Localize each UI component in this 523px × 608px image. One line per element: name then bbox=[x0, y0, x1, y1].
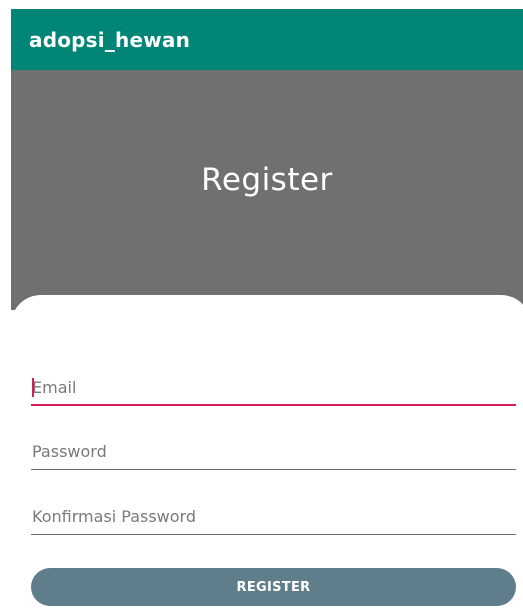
register-button[interactable]: REGISTER bbox=[31, 568, 516, 606]
email-field-underline bbox=[31, 404, 516, 406]
password-field-underline bbox=[31, 469, 516, 470]
confirm-password-field-underline bbox=[31, 534, 516, 535]
email-field[interactable] bbox=[31, 372, 517, 402]
window-edge bbox=[0, 0, 11, 608]
text-cursor bbox=[32, 378, 34, 397]
header-banner: Register bbox=[11, 70, 523, 310]
email-field-container bbox=[31, 372, 517, 406]
password-field-container bbox=[31, 436, 517, 470]
register-screen: adopsi_hewan Register REGISTER bbox=[0, 0, 523, 608]
app-title: adopsi_hewan bbox=[29, 27, 191, 52]
confirm-password-field-container bbox=[31, 501, 517, 535]
page-title: Register bbox=[201, 162, 333, 198]
password-field[interactable] bbox=[31, 436, 517, 466]
confirm-password-field[interactable] bbox=[31, 501, 517, 531]
app-bar: adopsi_hewan bbox=[11, 9, 523, 70]
